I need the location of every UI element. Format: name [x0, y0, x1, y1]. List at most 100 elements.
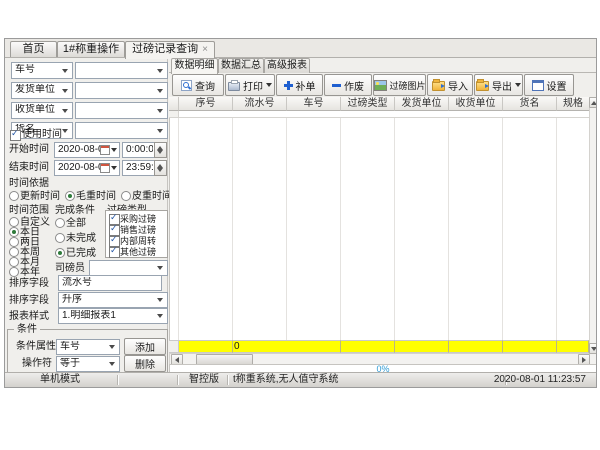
shipper-value-combo[interactable] — [75, 82, 168, 99]
receiver-value — [79, 104, 156, 118]
shipper-value — [79, 84, 156, 98]
field-selector-vehicle-label: 车号 — [15, 64, 61, 78]
sort-order-combo[interactable]: 升序 — [58, 292, 168, 308]
radio-all[interactable] — [55, 218, 65, 228]
field-selector-shipper[interactable]: 发货单位 — [11, 82, 73, 99]
supplement-button-label: 补单 — [296, 78, 316, 93]
calendar-icon[interactable] — [100, 145, 110, 155]
vehicle-value-combo[interactable] — [75, 62, 168, 79]
radio-today[interactable] — [9, 227, 19, 237]
start-time-value: 0:00:00 — [126, 144, 153, 157]
query-button-label: 查询 — [195, 78, 215, 93]
import-button[interactable]: 导入 — [427, 74, 473, 96]
image-icon — [374, 80, 387, 91]
print-icon — [228, 82, 240, 91]
scroll-down-button[interactable] — [589, 343, 597, 354]
tab-weighing-operation-label: 1#称重操作 — [63, 43, 119, 55]
end-date-field[interactable]: 2020-08-01 — [54, 160, 120, 176]
radio-gross-time-label: 毛重时间 — [76, 191, 116, 202]
delete-condition-label: 删除 — [135, 356, 155, 371]
weigher-combo[interactable] — [89, 260, 168, 276]
report-style-combo[interactable]: 1.明细报表1 — [58, 308, 168, 324]
sort-order-value: 升序 — [62, 294, 156, 307]
summary-cell-spec — [557, 340, 589, 353]
column-header-spec[interactable]: 规格 — [557, 97, 589, 111]
goods-value-combo[interactable] — [75, 122, 168, 139]
field-selector-shipper-label: 发货单位 — [15, 84, 61, 98]
radio-this-year-label: 本年 — [20, 267, 40, 278]
weigh-photo-button[interactable]: 过磅图片 — [373, 74, 426, 96]
tab-weigh-record-query[interactable]: 过磅记录查询× — [125, 41, 215, 59]
end-date-value: 2020-08-01 — [58, 162, 101, 175]
field-selector-receiver[interactable]: 收货单位 — [11, 102, 73, 119]
summary-row-indicator — [169, 340, 179, 353]
system-message: t称重系统,无人值守系统 — [233, 374, 339, 386]
column-header-goods[interactable]: 货名 — [503, 97, 557, 111]
report-style-label: 报表样式 — [9, 311, 49, 322]
column-header-weigh-type[interactable]: 过磅类型 — [341, 97, 395, 111]
column-header-seq[interactable]: 序号 — [179, 97, 233, 111]
settings-button[interactable]: 设置 — [524, 74, 574, 96]
start-time-field[interactable]: 0:00:00 — [122, 142, 155, 158]
export-button[interactable]: 导出 — [474, 74, 523, 96]
time-range-title: 时间范围 — [9, 205, 49, 216]
end-time-field[interactable]: 23:59:59 — [122, 160, 155, 176]
radio-unfinished[interactable] — [55, 233, 65, 243]
import-icon — [432, 81, 445, 91]
checkbox-other-weigh[interactable] — [109, 247, 120, 258]
delete-condition-button[interactable]: 删除 — [124, 355, 166, 372]
column-header-vehicle[interactable]: 车号 — [287, 97, 341, 111]
query-button[interactable]: 查询 — [172, 74, 224, 96]
tab-data-summary[interactable]: 数据汇总 — [218, 58, 264, 73]
void-button[interactable]: 作废 — [324, 74, 372, 96]
print-button[interactable]: 打印 — [225, 74, 275, 96]
tab-weighing-operation[interactable]: 1#称重操作 — [57, 41, 125, 57]
radio-gross-time[interactable] — [65, 191, 75, 201]
summary-cell-seq — [179, 340, 233, 353]
field-selector-vehicle[interactable]: 车号 — [11, 62, 73, 79]
radio-tare-time[interactable] — [121, 191, 131, 201]
export-button-label: 导出 — [492, 78, 512, 93]
end-time-spinner[interactable] — [154, 160, 167, 176]
condition-attr-combo[interactable]: 车号 — [56, 339, 120, 355]
sort-field-input[interactable]: 流水号 — [58, 275, 162, 291]
completion-title: 完成条件 — [55, 205, 95, 216]
scroll-up-button[interactable] — [589, 97, 597, 108]
start-date-field[interactable]: 2020-08-01 — [54, 142, 120, 158]
radio-this-month[interactable] — [9, 257, 19, 267]
radio-update-time[interactable] — [9, 191, 19, 201]
tab-advanced-report[interactable]: 高级报表 — [264, 58, 310, 73]
sort-field-label: 排序字段 — [9, 278, 49, 289]
add-condition-button[interactable]: 添加 — [124, 338, 166, 355]
calendar-icon[interactable] — [100, 163, 110, 173]
chevron-down-icon[interactable] — [111, 166, 117, 170]
summary-cell-goods — [503, 340, 557, 353]
use-time-checkbox[interactable] — [10, 130, 21, 141]
tab-data-detail-label: 数据明细 — [175, 60, 215, 71]
receiver-value-combo[interactable] — [75, 102, 168, 119]
radio-finished[interactable] — [55, 248, 65, 258]
checkbox-sale-weigh-label: 销售过磅 — [120, 225, 156, 236]
radio-custom-range[interactable] — [9, 217, 19, 227]
radio-this-week[interactable] — [9, 247, 19, 257]
chevron-down-icon[interactable] — [111, 148, 117, 152]
column-header-shipper[interactable]: 发货单位 — [395, 97, 449, 111]
column-header-serial[interactable]: 流水号 — [233, 97, 287, 111]
summary-cell-shipper — [395, 340, 449, 353]
radio-two-days[interactable] — [9, 237, 19, 247]
vertical-scrollbar[interactable] — [589, 97, 597, 354]
operator-combo[interactable]: 等于 — [56, 356, 120, 372]
start-time-spinner[interactable] — [154, 142, 167, 158]
column-header-receiver[interactable]: 收货单位 — [449, 97, 503, 111]
weighing-app-window: 首页 1#称重操作 过磅记录查询× 车号 发货单位 收货单位 货名 使用时间 开… — [4, 38, 597, 388]
close-icon[interactable]: × — [202, 44, 208, 55]
supplement-button[interactable]: 补单 — [276, 74, 323, 96]
row-indicator-cell — [169, 111, 179, 117]
chevron-down-icon — [266, 83, 272, 87]
tab-home[interactable]: 首页 — [10, 41, 57, 57]
weigh-photo-button-label: 过磅图片 — [390, 79, 426, 92]
tab-data-detail[interactable]: 数据明细 — [171, 58, 218, 74]
weigh-type-box: 采购过磅 销售过磅 内部周转 其他过磅 — [105, 210, 168, 258]
radio-this-year[interactable] — [9, 267, 19, 277]
grid-column-line — [232, 118, 233, 340]
